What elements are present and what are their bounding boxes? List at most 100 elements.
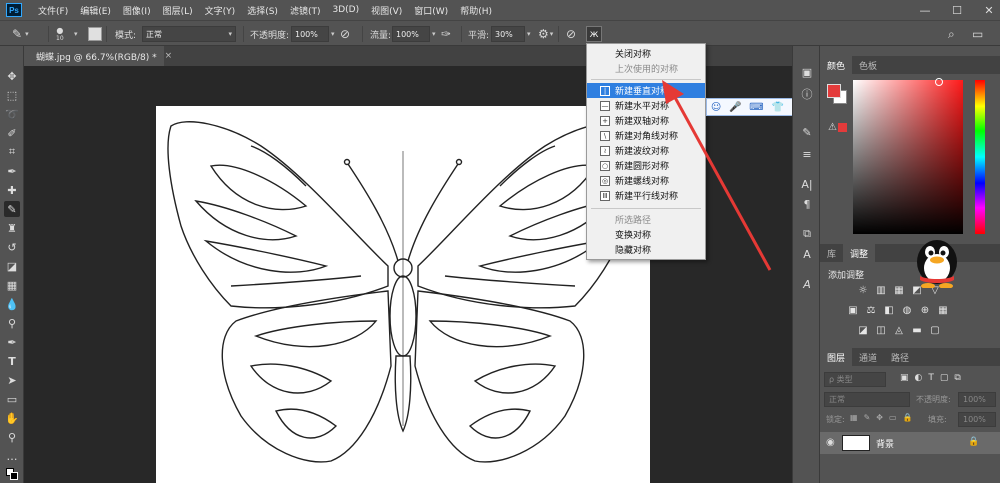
type-tool[interactable]: T	[4, 353, 20, 369]
path-select-tool[interactable]: ➤	[4, 372, 20, 388]
microphone-icon[interactable]: 🎤	[729, 102, 741, 113]
shape-filter-icon[interactable]: ▢	[940, 373, 949, 383]
levels-icon[interactable]: ▥	[874, 284, 888, 297]
airbrush-toggle[interactable]: ✑	[441, 21, 451, 47]
flow-field[interactable]: 100% ▾	[392, 21, 436, 47]
menu-window[interactable]: 窗口(W)	[408, 4, 454, 17]
character-styles-icon[interactable]: A	[799, 276, 815, 292]
brush-tool-preset[interactable]: ✎ ▾	[12, 21, 29, 47]
type-filter-icon[interactable]: T	[928, 373, 934, 383]
hue-slider[interactable]	[975, 80, 985, 234]
menu-image[interactable]: 图像(I)	[117, 4, 157, 17]
healing-tool[interactable]: ✚	[4, 182, 20, 198]
emoji-icon[interactable]: ☺	[711, 102, 721, 113]
menu-item-transform-symmetry[interactable]: 变换对称	[587, 227, 705, 242]
smart-object-filter-icon[interactable]: ⧉	[954, 373, 960, 383]
menu-type[interactable]: 文字(Y)	[199, 4, 242, 17]
menu-edit[interactable]: 编辑(E)	[74, 4, 117, 17]
layer-row-background[interactable]: ◉ 背景 🔒	[820, 432, 1000, 454]
invert-icon[interactable]: ◪	[856, 324, 870, 337]
black-white-icon[interactable]: ◧	[882, 304, 896, 317]
smoothing-field[interactable]: 30% ▾	[491, 21, 531, 47]
skin-icon[interactable]: 👕	[771, 102, 783, 113]
color-swatches[interactable]	[4, 466, 20, 482]
tab-color[interactable]: 颜色	[820, 56, 853, 74]
paragraph-icon[interactable]: ¶	[799, 196, 815, 212]
clone-source-icon[interactable]: ⧉	[799, 226, 815, 242]
brush-tool[interactable]: ✎	[4, 201, 20, 217]
menu-item-new-dual-axis-symmetry[interactable]: + 新建双轴对称	[587, 113, 705, 128]
lock-all-icon[interactable]: 🔒	[903, 413, 913, 422]
posterize-icon[interactable]: ◫	[874, 324, 888, 337]
tab-swatches[interactable]: 色板	[852, 56, 884, 74]
gradient-tool[interactable]: ▦	[4, 277, 20, 293]
visibility-eye-icon[interactable]: ◉	[826, 437, 835, 448]
menu-3d[interactable]: 3D(D)	[326, 5, 365, 15]
tab-layers[interactable]: 图层	[820, 348, 853, 366]
dodge-tool[interactable]: ⚲	[4, 315, 20, 331]
channel-mixer-icon[interactable]: ⊕	[918, 304, 932, 317]
menu-help[interactable]: 帮助(H)	[454, 4, 498, 17]
history-brush-tool[interactable]: ↺	[4, 239, 20, 255]
menu-filter[interactable]: 滤镜(T)	[284, 4, 327, 17]
search-button[interactable]: ⌕	[948, 21, 955, 47]
menu-item-new-wavy-symmetry[interactable]: ≀ 新建波纹对称	[587, 143, 705, 158]
menu-item-new-parallel-symmetry[interactable]: Ⅲ 新建平行线对称	[587, 188, 705, 203]
menu-item-close-symmetry[interactable]: 关闭对称	[587, 46, 705, 61]
brightness-icon[interactable]: ☼	[856, 284, 870, 297]
tab-libraries[interactable]: 库	[820, 244, 843, 262]
hue-saturation-icon[interactable]: ▣	[846, 304, 860, 317]
lock-position-icon[interactable]: ✥	[876, 413, 883, 422]
menu-item-new-diagonal-symmetry[interactable]: \ 新建对角线对称	[587, 128, 705, 143]
color-balance-icon[interactable]: ⚖	[864, 304, 878, 317]
curves-icon[interactable]: ▦	[892, 284, 906, 297]
threshold-icon[interactable]: ◬	[892, 324, 906, 337]
fill-field[interactable]: 100%	[958, 412, 996, 427]
character-icon[interactable]: A|	[799, 176, 815, 192]
selective-color-icon[interactable]: ▢	[928, 324, 942, 337]
menu-item-new-horizontal-symmetry[interactable]: — 新建水平对称	[587, 98, 705, 113]
lock-brush-icon[interactable]: ✎	[864, 413, 871, 422]
pressure-opacity-toggle[interactable]: ⊘	[340, 21, 350, 47]
mode-select[interactable]: 正常 ▾	[142, 21, 236, 47]
foreground-color-swatch[interactable]	[827, 84, 841, 98]
hand-tool[interactable]: ✋	[4, 410, 20, 426]
document-tab[interactable]: 蝴蝶.jpg @ 66.7%(RGB/8) * ×	[24, 46, 172, 66]
lasso-tool[interactable]: ➰	[4, 106, 20, 122]
tab-paths[interactable]: 路径	[884, 348, 916, 366]
menu-layer[interactable]: 图层(L)	[157, 4, 199, 17]
history-icon[interactable]: ▣	[799, 64, 815, 80]
workspace-button[interactable]: ▭	[972, 21, 983, 47]
glyphs-icon[interactable]: A	[799, 246, 815, 262]
menu-select[interactable]: 选择(S)	[241, 4, 284, 17]
menu-view[interactable]: 视图(V)	[365, 4, 408, 17]
eraser-tool[interactable]: ◪	[4, 258, 20, 274]
tab-channels[interactable]: 通道	[852, 348, 884, 366]
lock-pixels-icon[interactable]: ▦	[850, 413, 858, 422]
clone-stamp-tool[interactable]: ♜	[4, 220, 20, 236]
brush-size-picker[interactable]: ● 10	[56, 21, 64, 47]
gamut-swatch[interactable]	[838, 123, 847, 132]
menu-file[interactable]: 文件(F)	[32, 4, 74, 17]
maximize-button[interactable]: ☐	[950, 4, 964, 17]
qq-penguin-icon[interactable]	[912, 232, 962, 288]
gradient-map-icon[interactable]: ▬	[910, 324, 924, 337]
menu-item-hide-symmetry[interactable]: 隐藏对称	[587, 242, 705, 257]
color-lookup-icon[interactable]: ▦	[936, 304, 950, 317]
tab-adjustments[interactable]: 调整	[843, 244, 876, 262]
more-tools[interactable]: …	[4, 448, 20, 464]
pixel-filter-icon[interactable]: ▣	[900, 373, 909, 383]
butterfly-image[interactable]	[156, 106, 650, 483]
brush-settings-icon[interactable]: ✎	[799, 124, 815, 140]
photo-filter-icon[interactable]: ◍	[900, 304, 914, 317]
color-picker-field[interactable]	[853, 80, 963, 234]
opacity-field[interactable]: 100% ▾	[291, 21, 335, 47]
adjust-sliders-icon[interactable]: ≡	[799, 146, 815, 162]
blur-tool[interactable]: 💧	[4, 296, 20, 312]
smoothing-options-button[interactable]: ⚙ ▾	[538, 21, 553, 47]
minimize-button[interactable]: —	[918, 4, 932, 17]
pen-tool[interactable]: ✒	[4, 334, 20, 350]
chevron-down-icon[interactable]: ▾	[74, 30, 78, 38]
close-tab-icon[interactable]: ×	[165, 51, 173, 61]
crop-tool[interactable]: ⌗	[4, 144, 20, 160]
